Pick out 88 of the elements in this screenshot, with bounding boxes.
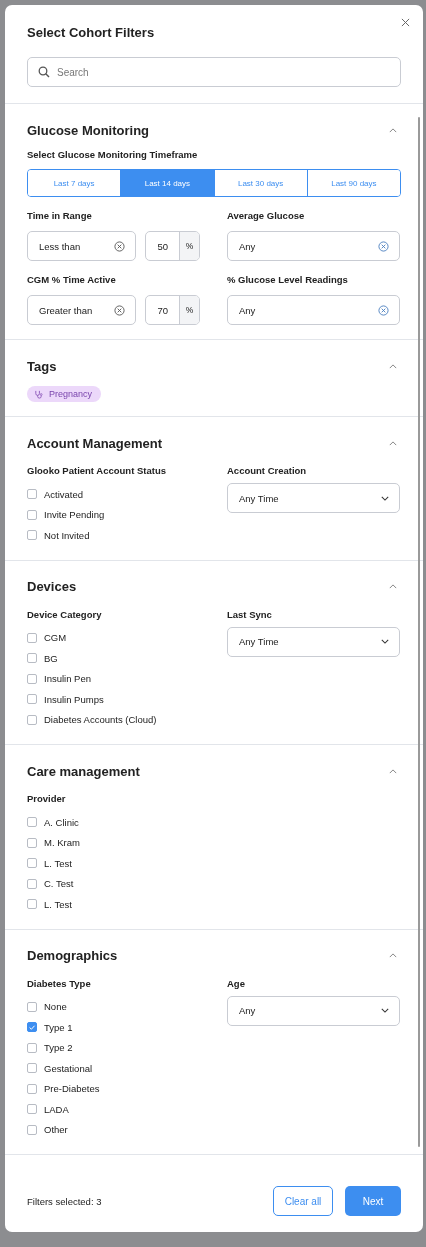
checkbox-label: Gestational	[44, 1062, 93, 1074]
field-label: CGM % Time Active	[27, 273, 117, 287]
checkbox[interactable]	[27, 837, 37, 848]
clear-icon[interactable]	[114, 240, 126, 252]
checkbox[interactable]	[27, 1104, 37, 1115]
checkbox-label: Diabetes Accounts (Cloud)	[44, 714, 157, 726]
checkbox[interactable]	[27, 1001, 37, 1012]
checkbox-label: L. Test	[44, 898, 72, 910]
field-label: Age	[227, 976, 246, 991]
collapse-chevron-icon[interactable]	[389, 584, 397, 589]
collapse-chevron-icon[interactable]	[389, 363, 397, 369]
dropdown[interactable]: Any Time	[227, 483, 400, 513]
field-label: Provider	[27, 792, 67, 806]
search-icon	[38, 66, 50, 78]
clear-icon[interactable]	[378, 304, 389, 316]
section-title: Account Management	[27, 435, 163, 451]
collapse-chevron-icon[interactable]	[389, 440, 397, 446]
checkbox[interactable]	[27, 632, 37, 643]
operator-select[interactable]: Greater than	[27, 295, 137, 325]
tag-chip[interactable]: Pregnancy	[27, 386, 102, 402]
dropdown[interactable]: Any Time	[227, 626, 400, 657]
checkbox[interactable]	[27, 899, 37, 910]
checkbox[interactable]	[27, 489, 37, 500]
checkbox[interactable]	[27, 694, 37, 705]
value-select[interactable]: Any	[227, 295, 400, 325]
search-field[interactable]: Search	[27, 57, 401, 87]
collapse-chevron-icon[interactable]	[389, 127, 397, 133]
section-title: Glucose Monitoring	[27, 122, 150, 138]
checkbox-label: Other	[44, 1124, 68, 1136]
chevron-down-icon	[381, 639, 389, 644]
clear-button[interactable]: Clear all	[273, 1186, 333, 1216]
collapse-chevron-icon[interactable]	[389, 953, 397, 958]
field-label: Time in Range	[27, 209, 93, 223]
dialog-title: Select Cohort Filters	[27, 24, 156, 42]
chevron-down-icon	[381, 1008, 389, 1013]
checkbox-label: Type 1	[44, 1021, 73, 1033]
checkbox-label: Type 2	[44, 1042, 73, 1054]
checkbox[interactable]	[27, 530, 37, 541]
checkbox[interactable]	[27, 1063, 37, 1074]
checkbox-label: A. Clinic	[44, 816, 79, 828]
checkbox-label: Insulin Pumps	[44, 693, 104, 705]
checkbox[interactable]	[27, 653, 37, 664]
collapse-chevron-icon[interactable]	[389, 768, 397, 774]
field-label: Glooko Patient Account Status	[27, 464, 167, 478]
value-select[interactable]: Any	[227, 231, 400, 261]
clear-icon[interactable]	[114, 304, 126, 316]
checkbox[interactable]	[27, 878, 37, 889]
scrollbar[interactable]	[418, 117, 420, 1147]
checkbox-label: BG	[44, 652, 58, 664]
checkbox-label: M. Kram	[44, 837, 80, 849]
section-title: Tags	[27, 358, 57, 374]
checkbox-label: Not Invited	[44, 529, 90, 541]
checkbox-label: Insulin Pen	[44, 673, 91, 685]
checkbox-label: Pre-Diabetes	[44, 1083, 100, 1095]
field-label: Last Sync	[227, 607, 273, 622]
checkbox-label: Activated	[44, 488, 84, 500]
checkbox-label: LADA	[44, 1103, 69, 1115]
section-title: Devices	[27, 579, 77, 594]
checkbox-label: L. Test	[44, 857, 72, 869]
checkbox[interactable]	[27, 714, 37, 725]
checkbox[interactable]	[27, 1022, 37, 1033]
field-label: Average Glucose	[227, 209, 306, 223]
close-icon[interactable]	[401, 18, 410, 27]
field-label: Account Creation	[227, 464, 308, 478]
stethoscope-icon	[34, 389, 43, 399]
checkbox[interactable]	[27, 858, 37, 869]
checkbox[interactable]	[27, 1083, 37, 1094]
field-label: % Glucose Level Readings	[227, 273, 349, 287]
checkbox[interactable]	[27, 509, 37, 520]
timeframe-tab[interactable]: Last 90 days	[306, 170, 400, 196]
section-title: Care management	[27, 763, 140, 779]
clear-icon[interactable]	[378, 240, 389, 252]
checkbox[interactable]	[27, 1042, 37, 1053]
checkbox-label: CGM	[44, 632, 67, 644]
checkbox[interactable]	[27, 1124, 37, 1135]
checkbox-label: None	[44, 1001, 67, 1013]
checkbox-label: Invite Pending	[44, 509, 105, 521]
chevron-down-icon	[381, 495, 389, 501]
checkbox-label: C. Test	[44, 878, 74, 890]
field-label: Select Glucose Monitoring Timeframe	[27, 148, 199, 162]
section-title: Demographics	[27, 948, 118, 963]
operator-select[interactable]: Less than	[27, 231, 137, 261]
field-label: Diabetes Type	[27, 976, 92, 991]
checkbox[interactable]	[27, 673, 37, 684]
checkbox[interactable]	[27, 817, 37, 828]
field-label: Device Category	[27, 607, 103, 622]
dropdown[interactable]: Any	[227, 995, 400, 1026]
filters-count: Filters selected: 3	[27, 1195, 102, 1207]
